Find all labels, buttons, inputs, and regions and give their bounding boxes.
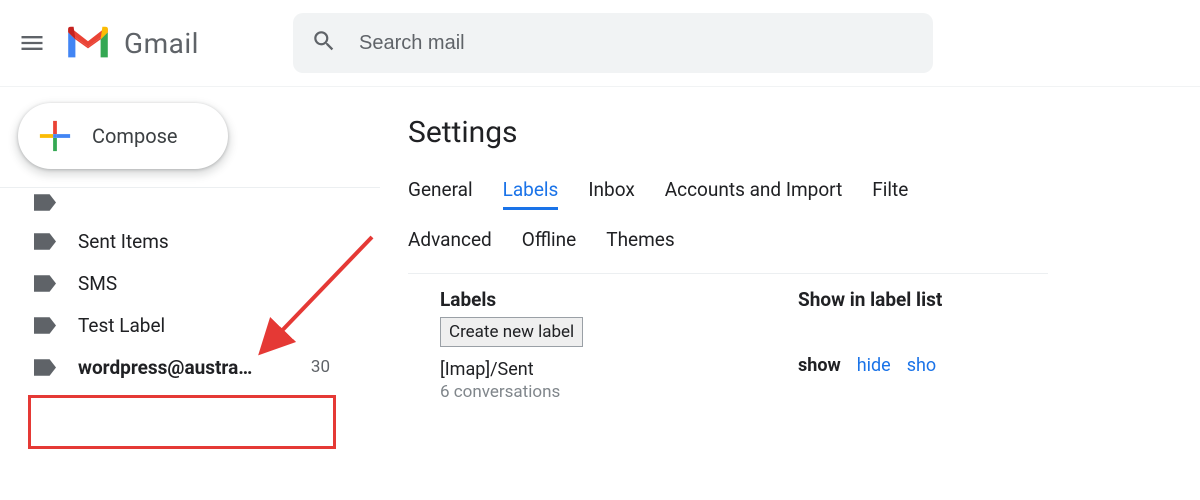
compose-button[interactable]: Compose <box>18 103 228 169</box>
sidebar-item-sent-items[interactable]: Sent Items <box>0 220 380 262</box>
sidebar: Compose Deleted Items Sent Items SMS Tes… <box>0 87 380 500</box>
plus-icon <box>38 119 72 153</box>
app-header: Gmail <box>0 0 1200 86</box>
label-action-show-if-unread[interactable]: sho <box>907 355 936 376</box>
search-icon <box>311 28 337 58</box>
tab-labels[interactable]: Labels <box>503 178 559 210</box>
labels-column-left: Labels Create new label [Imap]/Sent 6 co… <box>408 288 798 402</box>
label-icon <box>34 194 56 211</box>
page-title: Settings <box>408 115 1200 150</box>
settings-tabs-row2: Advanced Offline Themes <box>408 228 1028 257</box>
search-box[interactable] <box>293 13 933 73</box>
sidebar-item-wordpress[interactable]: wordpress@austra… 30 <box>0 346 380 388</box>
labels-column-right: Show in label list show hide sho <box>798 288 942 402</box>
sidebar-item-label: SMS <box>78 272 117 295</box>
sidebar-label-list: Deleted Items Sent Items SMS Test Label … <box>0 194 380 388</box>
search-input[interactable] <box>359 32 915 55</box>
tab-offline[interactable]: Offline <box>522 228 576 257</box>
tab-advanced[interactable]: Advanced <box>408 228 492 257</box>
tab-inbox[interactable]: Inbox <box>588 178 634 210</box>
tab-accounts-import[interactable]: Accounts and Import <box>665 178 843 210</box>
label-icon <box>34 275 56 292</box>
sidebar-item-deleted-items[interactable]: Deleted Items <box>0 194 380 220</box>
tab-themes[interactable]: Themes <box>606 228 674 257</box>
label-action-show[interactable]: show <box>798 355 841 376</box>
compose-label: Compose <box>92 124 178 148</box>
main-content: Settings General Labels Inbox Accounts a… <box>380 87 1200 500</box>
tab-general[interactable]: General <box>408 178 473 210</box>
gmail-logo-text: Gmail <box>124 27 199 60</box>
label-visibility-actions: show hide sho <box>798 355 942 376</box>
label-entry-name[interactable]: [Imap]/Sent <box>440 359 798 380</box>
label-entry-subtext: 6 conversations <box>440 382 798 402</box>
gmail-m-icon <box>64 25 112 61</box>
label-icon <box>34 317 56 334</box>
label-icon <box>34 233 56 250</box>
sidebar-item-count: 30 <box>311 357 330 377</box>
tabs-divider <box>408 273 1048 274</box>
main-menu-button[interactable] <box>8 19 56 67</box>
label-action-hide[interactable]: hide <box>857 355 891 376</box>
labels-heading: Labels <box>440 288 798 311</box>
show-in-label-list-heading: Show in label list <box>798 288 942 311</box>
sidebar-item-label: wordpress@austra… <box>78 356 252 379</box>
hamburger-icon <box>18 29 46 57</box>
settings-tabs-row1: General Labels Inbox Accounts and Import… <box>408 178 1028 210</box>
sidebar-item-label: Sent Items <box>78 230 169 253</box>
labels-section: Labels Create new label [Imap]/Sent 6 co… <box>408 288 1200 402</box>
label-icon <box>34 359 56 376</box>
create-new-label-button[interactable]: Create new label <box>440 317 583 347</box>
sidebar-item-sms[interactable]: SMS <box>0 262 380 304</box>
sidebar-item-label: Test Label <box>78 314 165 337</box>
sidebar-divider <box>0 187 380 188</box>
app-body: Compose Deleted Items Sent Items SMS Tes… <box>0 87 1200 500</box>
sidebar-item-test-label[interactable]: Test Label <box>0 304 380 346</box>
annotation-highlight-box <box>28 395 336 449</box>
sidebar-item-label: Deleted Items <box>78 194 195 197</box>
tab-filters[interactable]: Filte <box>872 178 908 210</box>
gmail-logo[interactable]: Gmail <box>64 25 199 61</box>
